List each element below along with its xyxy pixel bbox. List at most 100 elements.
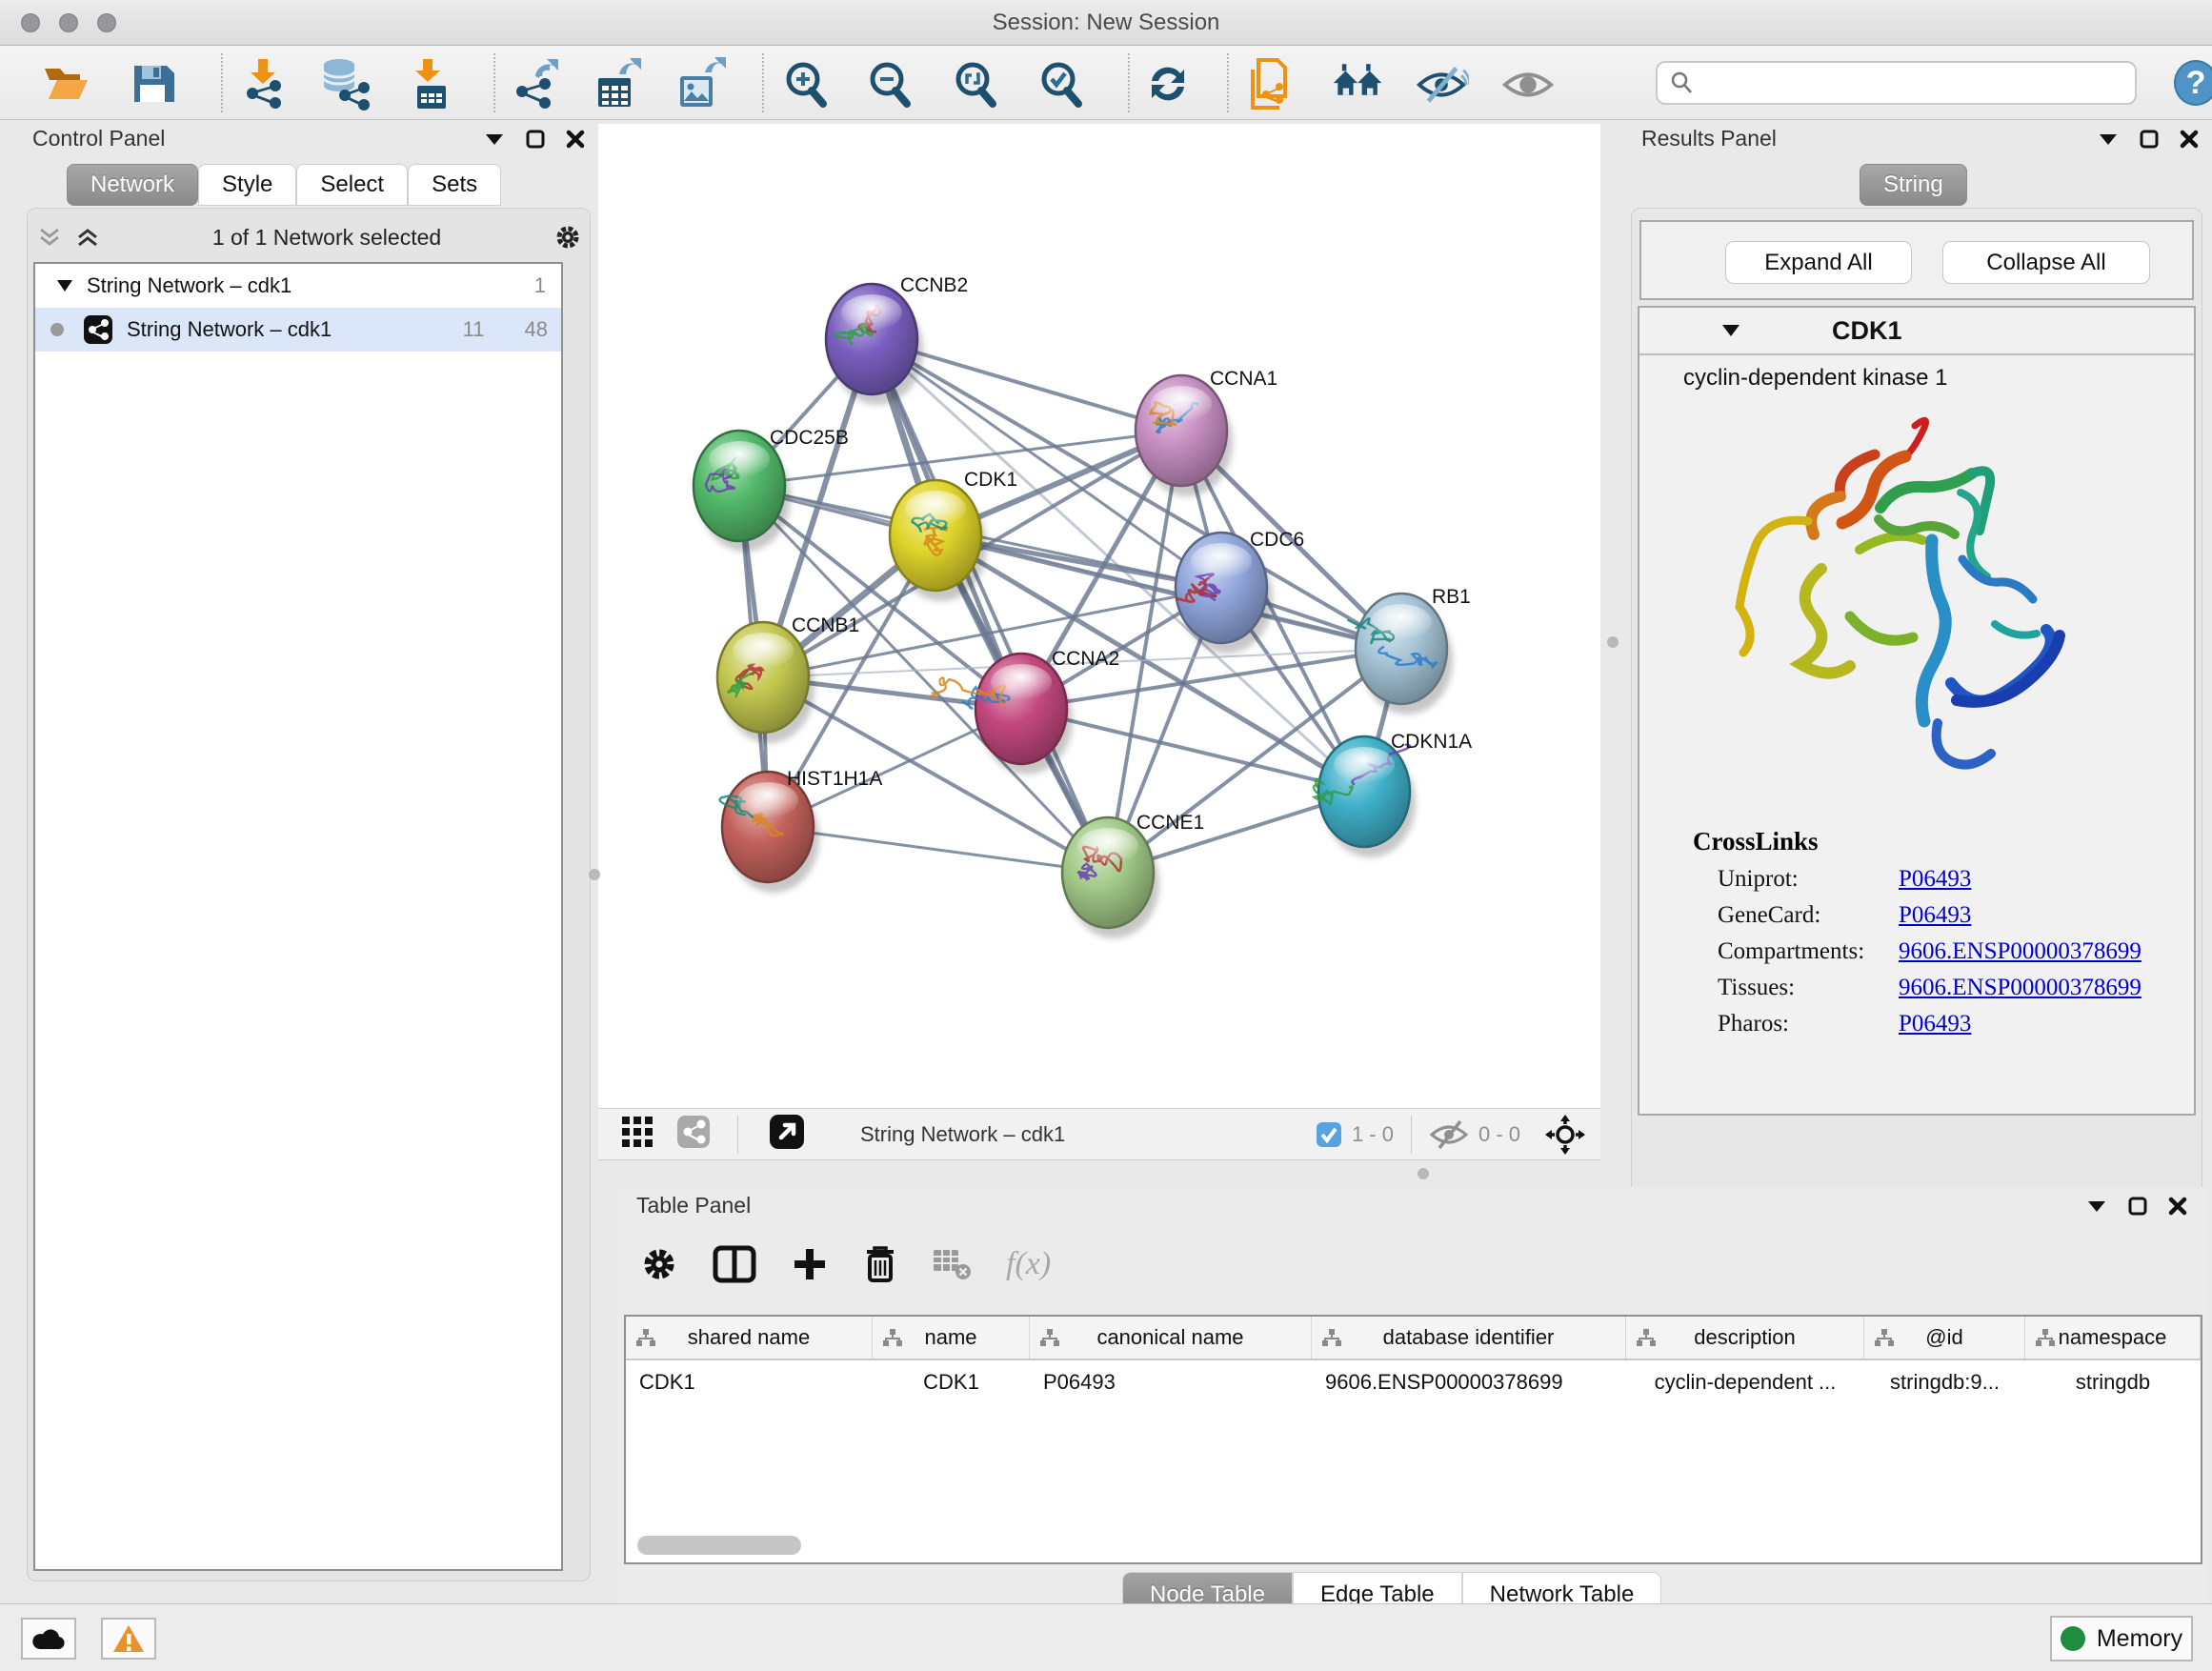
- warnings-button[interactable]: [101, 1618, 156, 1660]
- table-cell[interactable]: stringdb:9...: [1864, 1360, 2025, 1404]
- show-columns-icon[interactable]: [713, 1245, 756, 1283]
- table-options-gear-icon[interactable]: [640, 1245, 678, 1283]
- network-node-ccne1[interactable]: CCNE1: [1062, 812, 1204, 938]
- column-header-canonical-name[interactable]: canonical name: [1030, 1317, 1312, 1359]
- crosslink-link[interactable]: P06493: [1899, 902, 1971, 929]
- zoom-fit-icon[interactable]: [949, 59, 1002, 109]
- right-splitter-handle[interactable]: [1607, 636, 1619, 648]
- network-node-ccnb2[interactable]: CCNB2: [826, 274, 968, 405]
- network-node-ccna2[interactable]: CCNA2: [931, 648, 1119, 775]
- collapse-all-icon[interactable]: [37, 226, 62, 249]
- network-collection-row[interactable]: String Network – cdk1 1: [35, 264, 561, 308]
- left-splitter-handle[interactable]: [589, 869, 600, 880]
- import-table-icon[interactable]: [402, 59, 455, 109]
- network-node-cdk1[interactable]: CDK1: [890, 469, 1017, 601]
- open-external-icon[interactable]: [769, 1114, 805, 1155]
- float-panel-icon[interactable]: [526, 130, 545, 149]
- collection-expand-icon[interactable]: [56, 279, 73, 292]
- string-view-share-icon[interactable]: [676, 1115, 711, 1154]
- clone-network-icon[interactable]: [1244, 59, 1297, 109]
- zoom-out-icon[interactable]: [863, 59, 916, 109]
- float-panel-icon[interactable]: [2128, 1197, 2147, 1216]
- network-node-ccna1[interactable]: CCNA1: [1136, 368, 1277, 496]
- global-search-box[interactable]: [1656, 61, 2137, 105]
- crosslink-link[interactable]: 9606.ENSP00000378699: [1899, 975, 2142, 1001]
- tab-sets[interactable]: Sets: [408, 164, 501, 206]
- cloud-status-button[interactable]: [21, 1618, 76, 1660]
- hide-panels-eye-icon[interactable]: [1416, 59, 1469, 109]
- tab-style[interactable]: Style: [198, 164, 296, 206]
- add-column-icon[interactable]: [791, 1245, 829, 1283]
- horizontal-scrollbar[interactable]: [637, 1536, 801, 1555]
- network-view-canvas[interactable]: CCNB2 CCNA1 CDC25B CDK1 CDC6 RB1 CCNB1 CCNA2 CDK…: [598, 124, 1600, 1108]
- node-label: CDC25B: [770, 427, 849, 449]
- network-view-toolbar: String Network – cdk1 1 - 0 0 - 0: [598, 1108, 1600, 1160]
- table-cell[interactable]: cyclin-dependent ...: [1626, 1360, 1864, 1404]
- column-header-name[interactable]: name: [873, 1317, 1030, 1359]
- export-network-icon[interactable]: [507, 59, 560, 109]
- network-edge[interactable]: [935, 535, 1401, 649]
- table-row[interactable]: CDK1CDK1P064939606.ENSP00000378699cyclin…: [626, 1360, 2201, 1404]
- protein-card-header[interactable]: CDK1: [1639, 308, 2194, 355]
- zoom-in-icon[interactable]: [779, 59, 833, 109]
- export-image-icon[interactable]: [673, 59, 726, 109]
- network-node-cdkn1a[interactable]: CDKN1A: [1314, 731, 1472, 857]
- column-header--id[interactable]: @id: [1864, 1317, 2025, 1359]
- expand-all-button[interactable]: Expand All: [1725, 241, 1912, 284]
- main-toolbar: ?: [0, 46, 2212, 120]
- network-node-rb1[interactable]: RB1: [1347, 586, 1470, 715]
- home-networks-icon[interactable]: [1332, 59, 1385, 109]
- tab-string[interactable]: String: [1860, 164, 1967, 206]
- zoom-selected-icon[interactable]: [1035, 59, 1088, 109]
- panel-menu-icon[interactable]: [2086, 1199, 2107, 1213]
- table-cell[interactable]: CDK1: [626, 1360, 873, 1404]
- search-input[interactable]: [1694, 70, 2113, 95]
- birdseye-grid-icon[interactable]: [621, 1116, 654, 1153]
- network-node-hist1h1a[interactable]: HIST1H1A: [720, 768, 883, 893]
- crosslink-link[interactable]: P06493: [1899, 866, 1971, 893]
- table-cell[interactable]: CDK1: [873, 1360, 1030, 1404]
- tab-select[interactable]: Select: [296, 164, 408, 206]
- network-edge-count: 48: [525, 317, 548, 342]
- bottom-splitter-handle[interactable]: [1418, 1168, 1429, 1179]
- help-button[interactable]: ?: [2174, 60, 2212, 106]
- crosslink-link[interactable]: 9606.ENSP00000378699: [1899, 938, 2142, 965]
- close-panel-icon[interactable]: [2168, 1197, 2187, 1216]
- save-session-icon[interactable]: [126, 59, 179, 109]
- column-header-shared-name[interactable]: shared name: [626, 1317, 873, 1359]
- refresh-icon[interactable]: [1141, 59, 1195, 109]
- crosslink-link[interactable]: P06493: [1899, 1011, 1971, 1037]
- collapse-section-icon[interactable]: [1721, 324, 1740, 337]
- network-options-gear-icon[interactable]: [553, 223, 582, 252]
- open-session-icon[interactable]: [40, 59, 93, 109]
- selected-checkbox-icon[interactable]: [1316, 1121, 1342, 1148]
- delete-column-icon[interactable]: [863, 1244, 897, 1284]
- selected-counts: 1 - 0: [1352, 1122, 1394, 1147]
- memory-button[interactable]: Memory: [2050, 1616, 2193, 1661]
- column-header-description[interactable]: description: [1626, 1317, 1864, 1359]
- show-hidden-eye-icon[interactable]: [1501, 59, 1555, 109]
- close-panel-icon[interactable]: [566, 130, 585, 149]
- fit-content-crosshair-icon[interactable]: [1545, 1115, 1585, 1155]
- search-icon: [1669, 70, 1694, 95]
- float-panel-icon[interactable]: [2140, 130, 2159, 149]
- control-panel-title: Control Panel: [32, 126, 165, 151]
- export-table-icon[interactable]: [589, 59, 642, 109]
- column-header-namespace[interactable]: namespace: [2025, 1317, 2201, 1359]
- column-header-database-identifier[interactable]: database identifier: [1312, 1317, 1626, 1359]
- network-row[interactable]: String Network – cdk1 11 48: [35, 308, 561, 352]
- table-cell[interactable]: stringdb: [2025, 1360, 2201, 1404]
- node-label: CDC6: [1250, 529, 1304, 551]
- panel-menu-icon[interactable]: [2098, 132, 2119, 146]
- import-network-icon[interactable]: [236, 59, 290, 109]
- collapse-all-button[interactable]: Collapse All: [1942, 241, 2150, 284]
- network-node-ccnb1[interactable]: CCNB1: [717, 614, 859, 743]
- network-edge[interactable]: [872, 339, 1108, 873]
- table-cell[interactable]: 9606.ENSP00000378699: [1312, 1360, 1626, 1404]
- import-network-from-database-icon[interactable]: [316, 59, 370, 109]
- table-cell[interactable]: P06493: [1030, 1360, 1312, 1404]
- expand-all-icon[interactable]: [75, 226, 100, 249]
- close-panel-icon[interactable]: [2180, 130, 2199, 149]
- panel-menu-icon[interactable]: [484, 132, 505, 146]
- tab-network[interactable]: Network: [67, 164, 198, 206]
